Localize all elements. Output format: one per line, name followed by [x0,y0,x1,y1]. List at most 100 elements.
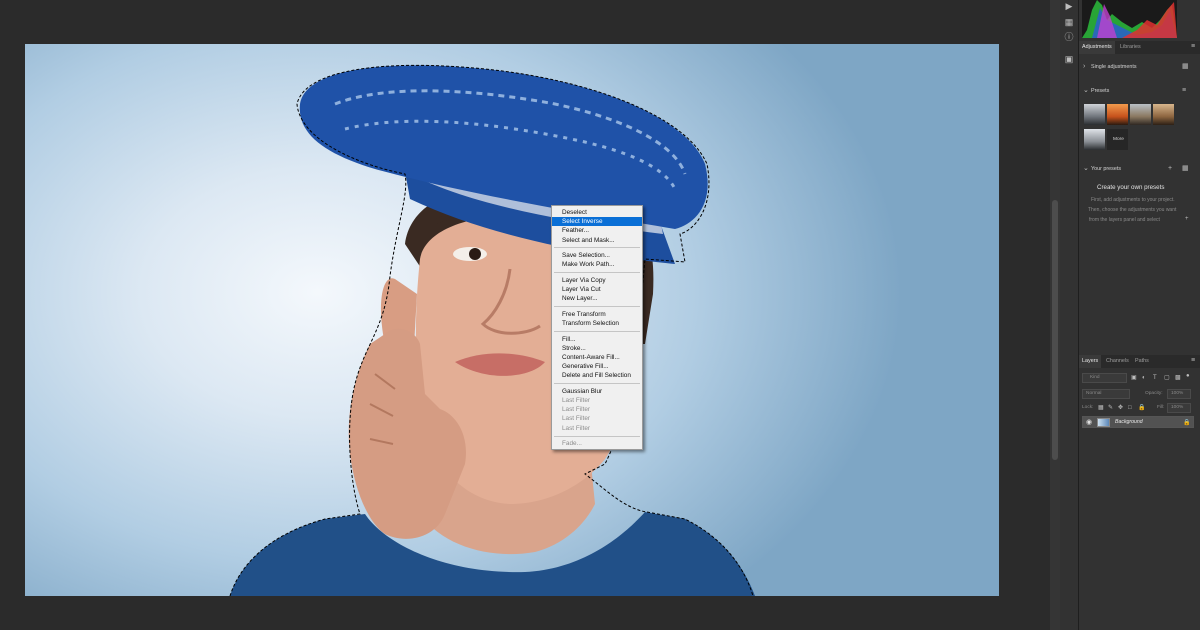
more-label: More [1113,137,1124,142]
grid-view-icon[interactable]: ▦ [1182,63,1189,71]
menu-item-fill[interactable]: Fill... [552,335,642,344]
right-panels: Adjustments Libraries ≡ › Single adjustm… [1079,0,1200,630]
create-presets-line-1: First, add adjustments to your project. [1091,197,1175,203]
image-canvas[interactable] [25,44,999,596]
menu-item-layer-via-copy[interactable]: Layer Via Copy [552,276,642,285]
panel-icon-strip: ▶ ▦ ⓘ ▣ [1060,0,1079,630]
fill-label: Fill: [1157,405,1165,410]
menu-item-last-filter: Last Filter [562,424,591,432]
list-view-icon[interactable]: ≡ [1182,87,1186,95]
document-workspace [0,0,1050,630]
layers-tabbar: Layers Channels Paths ≡ [1079,355,1200,368]
menu-item-deselect[interactable]: Deselect [552,208,642,217]
menu-separator [554,272,640,274]
your-presets-title: Your presets [1091,166,1122,172]
menu-item-free-transform[interactable]: Free Transform [552,310,642,319]
layer-lock-icon: 🔒 [1183,420,1191,426]
lock-transparent-icon[interactable]: ▦ [1098,404,1104,412]
fill-value: 100% [1171,405,1184,410]
filter-adjustment-icon[interactable]: ◐ [1142,374,1146,382]
portrait-photo [229,64,755,596]
menu-separator [554,435,640,437]
menu-item-last-filter: Last Filter [562,397,591,405]
adjustments-panel-icon[interactable]: ▣ [1063,53,1075,65]
vertical-scrollbar[interactable] [1050,0,1060,630]
opacity-value: 100% [1171,391,1184,396]
chevron-down-icon[interactable]: ⌄ [1083,87,1089,95]
layer-name[interactable]: Background [1115,419,1143,425]
chevron-down-icon[interactable]: ⌄ [1083,165,1089,173]
lock-label: Lock: [1082,405,1094,410]
tab-paths[interactable]: Paths [1132,355,1152,368]
scrollbar-thumb[interactable] [1052,200,1058,460]
layer-filter-label: Kind [1090,375,1100,380]
blend-mode-select[interactable]: Normal [1082,389,1130,399]
menu-item-select-inverse[interactable]: Select Inverse [552,217,642,227]
menu-item-layer-via-cut[interactable]: Layer Via Cut [552,285,642,294]
tab-channels[interactable]: Channels [1103,355,1132,368]
lock-image-icon[interactable]: ✎ [1108,404,1113,412]
layer-filter-select[interactable]: Kind [1082,373,1127,383]
chevron-right-icon[interactable]: › [1083,63,1085,71]
menu-item-generative-fill[interactable]: Generative Fill... [552,362,642,371]
lock-all-icon[interactable]: 🔒 [1138,404,1145,412]
fill-input[interactable]: 100% [1167,403,1191,413]
menu-item-fade: Fade... [562,440,582,448]
menu-item-make-work-path[interactable]: Make Work Path... [552,260,642,269]
histogram-icon[interactable]: ▦ [1063,16,1075,28]
tab-layers[interactable]: Layers [1079,355,1102,368]
menu-item-transform-selection[interactable]: Transform Selection [552,319,642,328]
menu-separator [554,330,640,332]
single-adjustments-label[interactable]: Single adjustments [1091,64,1137,70]
create-presets-line-2: Then, choose the adjustments you want [1088,207,1177,213]
menu-item-stroke[interactable]: Stroke... [552,344,642,353]
filter-shape-icon[interactable]: ▢ [1164,374,1170,382]
info-icon[interactable]: ⓘ [1063,31,1075,43]
tab-libraries[interactable]: Libraries [1117,41,1144,54]
preset-thumbnail-5[interactable] [1084,129,1105,150]
menu-item-feather[interactable]: Feather... [552,226,642,235]
presets-title: Presets [1091,88,1110,94]
menu-item-new-layer[interactable]: New Layer... [552,294,642,303]
menu-item-select-and-mask[interactable]: Select and Mask... [552,236,642,245]
histogram-chart [1082,0,1177,38]
grid-view-icon[interactable]: ▦ [1182,165,1189,173]
visibility-eye-icon[interactable]: ◉ [1086,419,1092,427]
menu-item-save-selection[interactable]: Save Selection... [552,251,642,260]
add-icon[interactable]: + [1168,165,1172,173]
create-presets-line-3: from the layers panel and select [1089,217,1160,223]
opacity-label: Opacity: [1145,391,1163,396]
blend-mode-value: Normal [1086,391,1102,396]
menu-separator [554,247,640,249]
menu-item-last-filter: Last Filter [562,406,591,414]
panel-menu-icon[interactable]: ≡ [1191,357,1195,365]
menu-item-gaussian-blur[interactable]: Gaussian Blur [552,387,642,396]
layer-thumbnail [1097,418,1110,427]
play-icon[interactable]: ▶ [1063,0,1075,12]
filter-pixel-icon[interactable]: ▣ [1131,374,1137,382]
menu-separator [554,306,640,308]
opacity-input[interactable]: 100% [1167,389,1191,399]
preset-thumbnail-4[interactable] [1153,104,1174,125]
panel-menu-icon[interactable]: ≡ [1191,43,1195,51]
menu-item-last-filter: Last Filter [562,415,591,423]
preset-thumbnail-2[interactable] [1107,104,1128,125]
context-menu: Deselect Select Inverse Feather... Select a… [551,205,643,450]
filter-toggle-icon[interactable]: ● [1186,372,1190,380]
filter-type-icon[interactable]: T [1153,374,1157,382]
menu-item-delete-and-fill-selection[interactable]: Delete and Fill Selection [552,371,642,380]
menu-separator [554,383,640,385]
plus-icon: + [1185,216,1189,222]
filter-smart-object-icon[interactable]: ▩ [1175,374,1181,382]
adjustments-tabbar: Adjustments Libraries ≡ [1079,41,1200,54]
preset-thumbnail-3[interactable] [1130,104,1151,125]
tab-adjustments[interactable]: Adjustments [1079,41,1115,54]
menu-item-content-aware-fill[interactable]: Content-Aware Fill... [552,353,642,362]
left-iris [469,248,481,260]
create-presets-heading: Create your own presets [1097,184,1165,191]
preset-thumbnail-1[interactable] [1084,104,1105,125]
more-presets-button[interactable]: More [1107,129,1128,150]
layer-row-background[interactable]: ◉ Background 🔒 [1082,416,1194,428]
lock-position-icon[interactable]: ✥ [1118,404,1123,412]
lock-artboard-icon[interactable]: □ [1128,404,1132,412]
